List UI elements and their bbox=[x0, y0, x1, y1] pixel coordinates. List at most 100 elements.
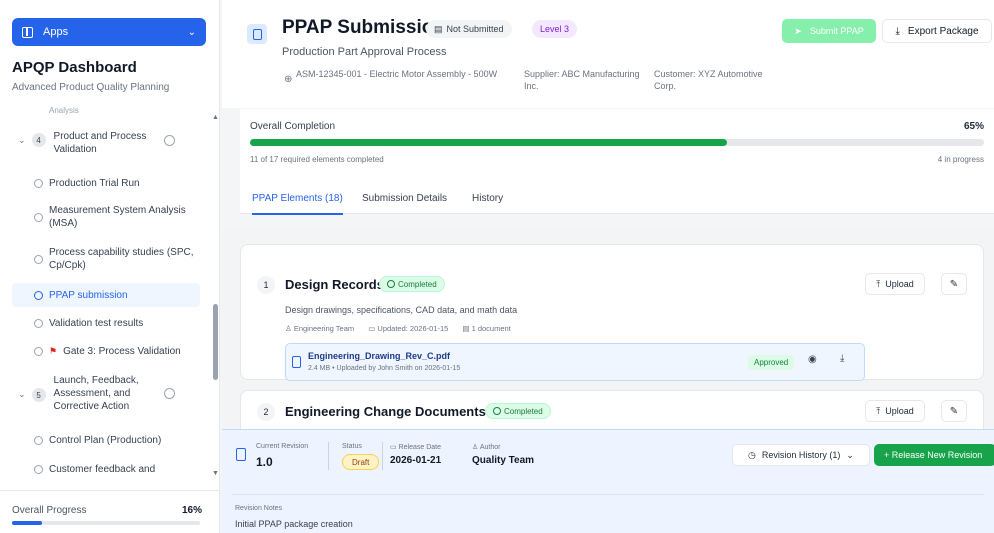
sidebar-item-customer-feedback[interactable]: Customer feedback and bbox=[12, 460, 200, 476]
user-icon: ♙ bbox=[472, 444, 480, 451]
export-package-button[interactable]: ⤓ Export Package bbox=[882, 19, 992, 43]
sidebar-item-label: Measurement System Analysis (MSA) bbox=[49, 205, 186, 229]
completion-percent: 65% bbox=[963, 121, 984, 132]
progress-track bbox=[12, 521, 200, 525]
progress-label: Overall Progress bbox=[12, 505, 87, 516]
sidebar-item-validation-test-results[interactable]: Validation test results bbox=[12, 314, 200, 332]
phase-list: Analysis ⌄ 4 Product and Process Validat… bbox=[0, 106, 212, 476]
page-subtitle: Production Part Approval Process bbox=[282, 46, 447, 58]
revision-notes-value: Initial PPAP package creation bbox=[235, 519, 353, 529]
overall-progress: Overall Progress 16% bbox=[0, 490, 220, 533]
scroll-thumb[interactable] bbox=[213, 304, 218, 380]
completed-badge: Completed bbox=[485, 403, 551, 419]
element-number: 2 bbox=[257, 403, 275, 421]
completion-panel: Overall Completion 65% 11 of 17 required… bbox=[240, 108, 994, 176]
history-icon: ◷ bbox=[748, 449, 756, 460]
upload-icon: ⤒ bbox=[876, 405, 881, 416]
chevron-down-icon: ⌄ bbox=[187, 26, 196, 38]
revision-history-button[interactable]: ◷ Revision History (1) ⌄ bbox=[732, 444, 870, 466]
sidebar-item-control-plan[interactable]: Control Plan (Production) bbox=[12, 431, 200, 449]
apps-button[interactable]: Apps ⌄ bbox=[12, 18, 206, 46]
pencil-icon: ✎ bbox=[949, 405, 959, 417]
status-badge-label: Not Submitted bbox=[446, 24, 504, 34]
revision-bar: Current Revision 1.0 Status Draft ▭ Rele… bbox=[222, 429, 994, 533]
completed-badge: Completed bbox=[379, 276, 445, 292]
completed-label: Completed bbox=[398, 279, 437, 289]
current-revision-label: Current Revision bbox=[256, 443, 309, 450]
phase-5-header[interactable]: ⌄ 5 Launch, Feedback, Assessment, and Co… bbox=[18, 374, 175, 413]
element-number: 1 bbox=[257, 276, 275, 294]
completed-label: Completed bbox=[504, 406, 543, 416]
sidebar-item-msa[interactable]: Measurement System Analysis (MSA) bbox=[12, 202, 200, 232]
pdf-file-icon bbox=[292, 356, 301, 368]
file-name[interactable]: Engineering_Drawing_Rev_C.pdf bbox=[308, 351, 450, 361]
clipboard-icon bbox=[247, 24, 267, 44]
upload-button[interactable]: ⤒ Upload bbox=[865, 273, 925, 295]
sidebar-item-label: Process capability studies (SPC, Cp/Cpk) bbox=[49, 247, 194, 271]
chevron-down-icon: ⌄ bbox=[846, 449, 854, 460]
file-icon: ▤ bbox=[462, 324, 472, 333]
status-circle-icon bbox=[34, 318, 43, 328]
tab-ppap-elements[interactable]: PPAP Elements (18) bbox=[252, 193, 343, 215]
author-value: Quality Team bbox=[472, 455, 535, 466]
edit-button[interactable]: ✎ bbox=[941, 273, 967, 295]
eye-icon[interactable]: ◉ bbox=[808, 354, 817, 365]
check-circle-icon bbox=[493, 407, 501, 415]
download-icon: ⤓ bbox=[895, 25, 900, 37]
sidebar-item-ppap-submission[interactable]: PPAP submission bbox=[12, 283, 200, 307]
phase-label: Launch, Feedback, Assessment, and Correc… bbox=[53, 375, 139, 412]
tab-submission-details[interactable]: Submission Details bbox=[362, 193, 447, 204]
check-circle-icon bbox=[387, 280, 395, 288]
completion-note: 11 of 17 required elements completed bbox=[250, 155, 384, 164]
author-label-text: Author bbox=[479, 444, 501, 451]
user-icon: ♙ bbox=[285, 324, 294, 333]
sidebar-item-production-trial-run[interactable]: Production Trial Run bbox=[12, 174, 200, 192]
sidebar-item-gate-3[interactable]: ⚑ Gate 3: Process Validation bbox=[12, 342, 200, 360]
sidebar-subtitle: Advanced Product Quality Planning bbox=[12, 82, 170, 93]
tab-history[interactable]: History bbox=[472, 193, 503, 204]
progress-percent: 16% bbox=[181, 505, 202, 516]
calendar-icon: ▭ bbox=[390, 444, 399, 451]
completion-label: Overall Completion bbox=[250, 121, 336, 132]
element-description: Design drawings, specifications, CAD dat… bbox=[285, 305, 518, 315]
completion-track bbox=[250, 139, 984, 146]
revision-history-label: Revision History (1) bbox=[761, 450, 841, 460]
release-date-label-text: Release Date bbox=[398, 444, 441, 451]
attached-file[interactable]: Engineering_Drawing_Rev_C.pdf 2.4 MB • U… bbox=[285, 343, 865, 381]
status-label: Status bbox=[342, 443, 362, 450]
phase-label: Product and Process Validation bbox=[53, 131, 147, 155]
release-new-revision-button[interactable]: + Release New Revision bbox=[874, 444, 994, 466]
divider bbox=[232, 494, 984, 495]
status-circle-icon bbox=[34, 290, 43, 300]
status-circle-icon bbox=[34, 464, 43, 474]
sidebar: Apps ⌄ APQP Dashboard Advanced Product Q… bbox=[0, 0, 220, 533]
in-progress-count: 4 in progress bbox=[937, 155, 984, 164]
status-circle-icon bbox=[34, 178, 43, 188]
element-title: Engineering Change Documents bbox=[285, 404, 486, 419]
download-icon[interactable]: ⤓ bbox=[840, 353, 844, 364]
status-circle-icon bbox=[34, 212, 43, 222]
element-team: Engineering Team bbox=[293, 324, 355, 333]
sidebar-item-label: Production Trial Run bbox=[49, 177, 140, 189]
status-badge: ▤ Not Submitted bbox=[426, 20, 512, 38]
divider bbox=[382, 442, 383, 470]
upload-icon: ⤒ bbox=[876, 278, 881, 289]
status-circle-icon bbox=[34, 346, 43, 356]
sidebar-item-label: Validation test results bbox=[49, 317, 144, 329]
sidebar-item-process-capability[interactable]: Process capability studies (SPC, Cp/Cpk) bbox=[12, 244, 200, 274]
apps-grid-icon bbox=[22, 26, 33, 38]
chevron-down-icon: ⌄ bbox=[18, 389, 26, 399]
upload-button[interactable]: ⤒ Upload bbox=[865, 400, 925, 422]
element-docs: 1 document bbox=[471, 324, 511, 333]
upload-label: Upload bbox=[885, 406, 914, 416]
main-panel: PPAP Submission ▤ Not Submitted Level 3 … bbox=[222, 0, 994, 533]
scroll-down-icon[interactable]: ▼ bbox=[212, 470, 219, 477]
phase-4-header[interactable]: ⌄ 4 Product and Process Validation bbox=[18, 130, 175, 156]
submit-ppap-button[interactable]: ➤ Submit PPAP bbox=[782, 19, 876, 43]
sidebar-item-analysis[interactable]: Analysis bbox=[12, 106, 200, 115]
supplier-info: Supplier: ABC Manufacturing Inc. bbox=[524, 69, 640, 91]
sidebar-scrollbar[interactable] bbox=[213, 118, 218, 473]
phase-status-icon bbox=[163, 135, 175, 146]
edit-button[interactable]: ✎ bbox=[941, 400, 967, 422]
document-icon bbox=[236, 448, 246, 461]
